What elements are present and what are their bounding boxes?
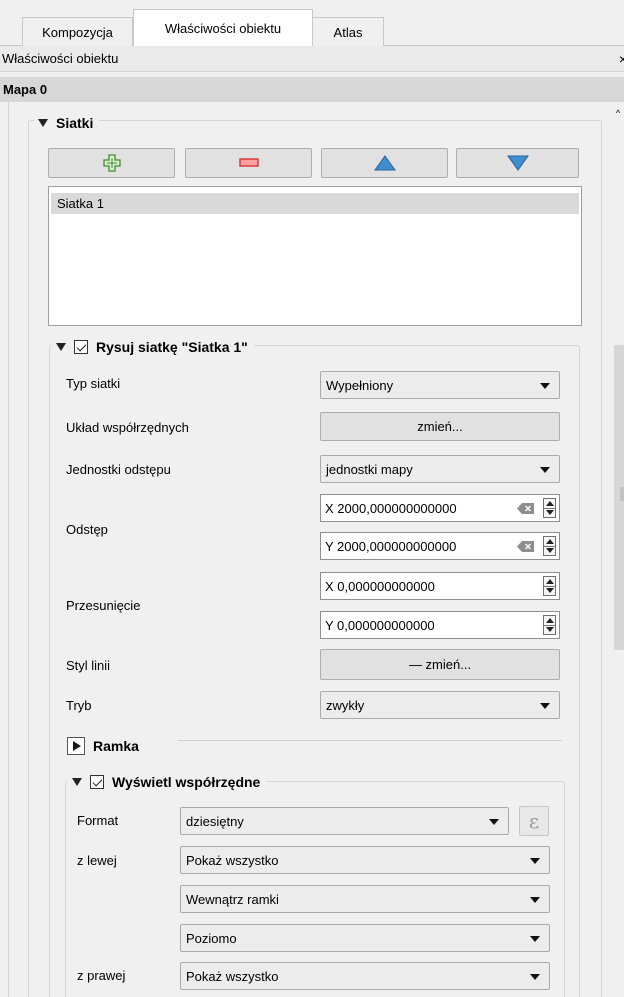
chevron-down-icon xyxy=(530,897,540,903)
dock-title: Właściwości obiektu xyxy=(0,46,624,72)
crs-label: Układ współrzędnych xyxy=(66,420,189,435)
right-display-select[interactable]: Pokaż wszystko xyxy=(180,962,550,990)
chevron-down-icon xyxy=(540,383,550,389)
interval-units-label: Jednostki odstępu xyxy=(66,462,171,477)
chevron-down-icon xyxy=(540,467,550,473)
chevron-down-icon xyxy=(530,974,540,980)
interval-x-input[interactable]: X 2000,000000000000 xyxy=(320,494,560,522)
scrollbar-marker xyxy=(620,487,624,501)
scroll-up-icon[interactable]: ^ xyxy=(613,108,623,118)
left-direction-select[interactable]: Poziomo xyxy=(180,924,550,952)
blend-mode-select[interactable]: zwykły xyxy=(320,691,560,719)
line-style-label: Styl linii xyxy=(66,658,111,673)
interval-label: Odstęp xyxy=(66,522,108,537)
right-display-value: Pokaż wszystko xyxy=(186,968,279,984)
grid-type-select[interactable]: Wypełniony xyxy=(320,371,560,399)
line-style-button[interactable]: — zmień... xyxy=(320,649,560,680)
interval-y-value: Y 2000,000000000000 xyxy=(325,538,457,554)
move-grid-down-button[interactable] xyxy=(456,148,579,178)
collapse-triangle-icon[interactable] xyxy=(72,778,82,786)
left-side-label: z lewej xyxy=(77,853,117,868)
coordinates-group-title: Wyświetl współrzędne xyxy=(112,774,261,790)
draw-grid-checkbox[interactable] xyxy=(74,340,88,354)
left-position-value: Wewnątrz ramki xyxy=(186,891,279,907)
offset-x-value: X 0,000000000000 xyxy=(325,578,435,594)
add-icon xyxy=(102,154,121,172)
grids-list[interactable]: Siatka 1 xyxy=(48,186,582,326)
crs-change-button[interactable]: zmień... xyxy=(320,412,560,441)
offset-label: Przesunięcie xyxy=(66,598,141,613)
blend-mode-label: Tryb xyxy=(66,698,92,713)
offset-y-input[interactable]: Y 0,000000000000 xyxy=(320,611,560,639)
left-display-select[interactable]: Pokaż wszystko xyxy=(180,846,550,874)
chevron-down-icon xyxy=(530,858,540,864)
remove-icon xyxy=(238,158,259,167)
collapse-triangle-icon[interactable] xyxy=(38,119,48,127)
expression-button[interactable]: ε xyxy=(519,806,549,836)
tab-item-properties[interactable]: Właściwości obiektu xyxy=(133,9,313,46)
close-icon[interactable]: × xyxy=(619,52,624,66)
tab-bar: Kompozycja Właściwości obiektu Atlas xyxy=(0,0,624,46)
list-item[interactable]: Siatka 1 xyxy=(51,193,579,214)
format-label: Format xyxy=(77,813,119,828)
tab-atlas[interactable]: Atlas xyxy=(312,17,384,46)
tab-composition[interactable]: Kompozycja xyxy=(22,17,133,46)
right-side-label: z prawej xyxy=(77,968,126,983)
blend-mode-value: zwykły xyxy=(326,697,365,713)
move-grid-up-button[interactable] xyxy=(321,148,448,178)
clear-icon[interactable] xyxy=(517,541,535,552)
interval-units-value: jednostki mapy xyxy=(326,461,413,477)
interval-y-input[interactable]: Y 2000,000000000000 xyxy=(320,532,560,560)
chevron-down-icon xyxy=(489,819,499,825)
move-down-icon xyxy=(506,155,529,171)
left-direction-value: Poziomo xyxy=(186,930,237,946)
spin-buttons[interactable] xyxy=(543,498,556,518)
frame-group-header[interactable]: Ramka xyxy=(67,735,139,757)
grids-group-header[interactable]: Siatki xyxy=(34,113,100,133)
left-display-value: Pokaż wszystko xyxy=(186,852,279,868)
spin-buttons[interactable] xyxy=(543,615,556,635)
show-coordinates-checkbox[interactable] xyxy=(90,775,104,789)
item-title-bar: Mapa 0 xyxy=(0,77,624,102)
grid-type-label: Typ siatki xyxy=(66,376,121,391)
format-select[interactable]: dziesiętny xyxy=(180,807,509,835)
interval-x-value: X 2000,000000000000 xyxy=(325,500,457,516)
clear-icon[interactable] xyxy=(517,503,535,514)
interval-units-select[interactable]: jednostki mapy xyxy=(320,455,560,483)
offset-y-value: Y 0,000000000000 xyxy=(325,617,435,633)
draw-grid-group-title: Rysuj siatkę "Siatka 1" xyxy=(96,339,248,355)
spin-buttons[interactable] xyxy=(543,576,556,596)
chevron-down-icon xyxy=(540,703,550,709)
format-value: dziesiętny xyxy=(186,813,244,829)
left-position-select[interactable]: Wewnątrz ramki xyxy=(180,885,550,913)
chevron-down-icon xyxy=(530,936,540,942)
move-up-icon xyxy=(373,155,396,171)
spin-buttons[interactable] xyxy=(543,536,556,556)
remove-grid-button[interactable] xyxy=(185,148,312,178)
expand-triangle-icon[interactable] xyxy=(67,737,85,755)
offset-x-input[interactable]: X 0,000000000000 xyxy=(320,572,560,600)
coordinates-group-header[interactable]: Wyświetl współrzędne xyxy=(68,771,267,793)
collapse-triangle-icon[interactable] xyxy=(56,343,66,351)
frame-group-title: Ramka xyxy=(93,738,139,754)
item-title: Mapa 0 xyxy=(3,82,48,97)
frame-group-divider xyxy=(178,740,562,741)
draw-grid-group-header[interactable]: Rysuj siatkę "Siatka 1" xyxy=(52,336,254,358)
grid-type-value: Wypełniony xyxy=(326,377,394,393)
dock-title-label: Właściwości obiektu xyxy=(2,51,119,66)
grids-group-title: Siatki xyxy=(56,115,94,131)
add-grid-button[interactable] xyxy=(48,148,175,178)
